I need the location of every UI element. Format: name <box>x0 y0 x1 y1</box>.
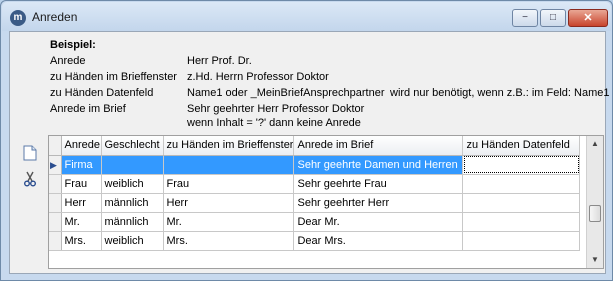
table-row[interactable]: Mrs. weiblich Mrs. Dear Mrs. <box>49 231 581 251</box>
cell-geschlecht[interactable]: weiblich <box>101 174 164 194</box>
cell-datenfeld[interactable] <box>462 231 581 251</box>
example-label-datenfeld: zu Händen Datenfeld <box>50 87 154 99</box>
cell-anrede-im-brief[interactable]: Dear Mrs. <box>293 231 464 251</box>
cell-brieffenster[interactable]: Mr. <box>163 212 295 232</box>
window-title: Anreden <box>32 10 78 24</box>
example-value-datenfeld: Name1 oder _MeinBriefAnsprechpartner <box>187 87 385 99</box>
scroll-up-icon[interactable]: ▲ <box>587 136 603 152</box>
example-value-extra: wenn Inhalt = '?' dann keine Anrede <box>187 117 361 129</box>
cell-geschlecht[interactable]: männlich <box>101 193 164 213</box>
window: m Anreden − □ ✕ Beispiel: Anrede Herr Pr… <box>0 0 613 281</box>
example-panel: Beispiel: Anrede Herr Prof. Dr. zu Hände… <box>10 32 609 132</box>
table-row[interactable]: Herr männlich Herr Sehr geehrter Herr <box>49 193 581 213</box>
column-header-geschlecht[interactable]: Geschlecht <box>101 136 164 156</box>
cell-brieffenster[interactable]: Frau <box>163 174 295 194</box>
cell-brieffenster[interactable]: Herr <box>163 193 295 213</box>
table-row[interactable]: Frau weiblich Frau Sehr geehrte Frau <box>49 174 581 194</box>
example-value-anrede-im-brief: Sehr geehrter Herr Professor Doktor <box>187 103 365 115</box>
app-icon: m <box>10 10 26 26</box>
new-document-icon[interactable] <box>23 145 37 161</box>
title-bar[interactable]: m Anreden − □ ✕ <box>2 2 611 31</box>
cell-geschlecht[interactable]: weiblich <box>101 231 164 251</box>
row-selector[interactable] <box>49 174 62 194</box>
cell-anrede-im-brief[interactable]: Sehr geehrte Damen und Herren <box>293 155 464 175</box>
row-selector[interactable] <box>49 193 62 213</box>
cell-geschlecht[interactable] <box>101 155 164 175</box>
cell-anrede[interactable]: Frau <box>61 174 102 194</box>
close-button[interactable]: ✕ <box>568 9 608 27</box>
cell-datenfeld[interactable] <box>462 212 581 232</box>
dialog-body: Beispiel: Anrede Herr Prof. Dr. zu Hände… <box>9 31 609 274</box>
example-heading: Beispiel: <box>50 39 96 51</box>
example-label-anrede-im-brief: Anrede im Brief <box>50 103 126 115</box>
table-row[interactable]: Mr. männlich Mr. Dear Mr. <box>49 212 581 232</box>
cell-datenfeld[interactable] <box>462 155 581 175</box>
cell-anrede-im-brief[interactable]: Dear Mr. <box>293 212 464 232</box>
cell-brieffenster[interactable]: Mrs. <box>163 231 295 251</box>
example-label-anrede: Anrede <box>50 55 86 67</box>
header-row: Anrede Geschlecht zu Händen im Brieffens… <box>49 136 581 156</box>
column-header-anrede-im-brief[interactable]: Anrede im Brief <box>293 136 464 156</box>
cell-anrede[interactable]: Herr <box>61 193 102 213</box>
scissors-icon[interactable] <box>23 171 37 187</box>
corner-cell <box>49 136 62 156</box>
maximize-button[interactable]: □ <box>540 9 566 27</box>
example-note: wird nur benötigt, wenn z.B.: im Feld: N… <box>390 87 610 99</box>
cell-anrede-im-brief[interactable]: Sehr geehrter Herr <box>293 193 464 213</box>
cell-anrede[interactable]: Firma <box>61 155 102 175</box>
cell-anrede-im-brief[interactable]: Sehr geehrte Frau <box>293 174 464 194</box>
scroll-down-icon[interactable]: ▼ <box>587 252 603 268</box>
cell-geschlecht[interactable]: männlich <box>101 212 164 232</box>
example-value-anrede: Herr Prof. Dr. <box>187 55 252 67</box>
vertical-scrollbar[interactable]: ▲ ▼ <box>586 136 603 268</box>
example-value-brieffenster: z.Hd. Herrn Professor Doktor <box>187 71 329 83</box>
cell-datenfeld[interactable] <box>462 193 581 213</box>
example-label-brieffenster: zu Händen im Brieffenster <box>50 71 177 83</box>
cell-brieffenster[interactable] <box>163 155 295 175</box>
anreden-grid[interactable]: Anrede Geschlecht zu Händen im Brieffens… <box>48 135 604 269</box>
cell-anrede[interactable]: Mrs. <box>61 231 102 251</box>
side-toolbar <box>20 145 42 205</box>
table-row[interactable]: ▶ Firma Sehr geehrte Damen und Herren <box>49 155 581 175</box>
current-row-arrow-icon: ▶ <box>50 159 57 170</box>
column-header-datenfeld[interactable]: zu Händen Datenfeld <box>462 136 581 156</box>
column-header-brieffenster[interactable]: zu Händen im Brieffenster <box>163 136 295 156</box>
row-selector[interactable] <box>49 231 62 251</box>
row-selector[interactable]: ▶ <box>49 155 62 175</box>
minimize-button[interactable]: − <box>512 9 538 27</box>
row-selector[interactable] <box>49 212 62 232</box>
column-header-anrede[interactable]: Anrede <box>61 136 102 156</box>
anreden-table: Anrede Geschlecht zu Händen im Brieffens… <box>49 136 581 251</box>
cell-datenfeld[interactable] <box>462 174 581 194</box>
cell-anrede[interactable]: Mr. <box>61 212 102 232</box>
scroll-thumb[interactable] <box>589 205 601 222</box>
